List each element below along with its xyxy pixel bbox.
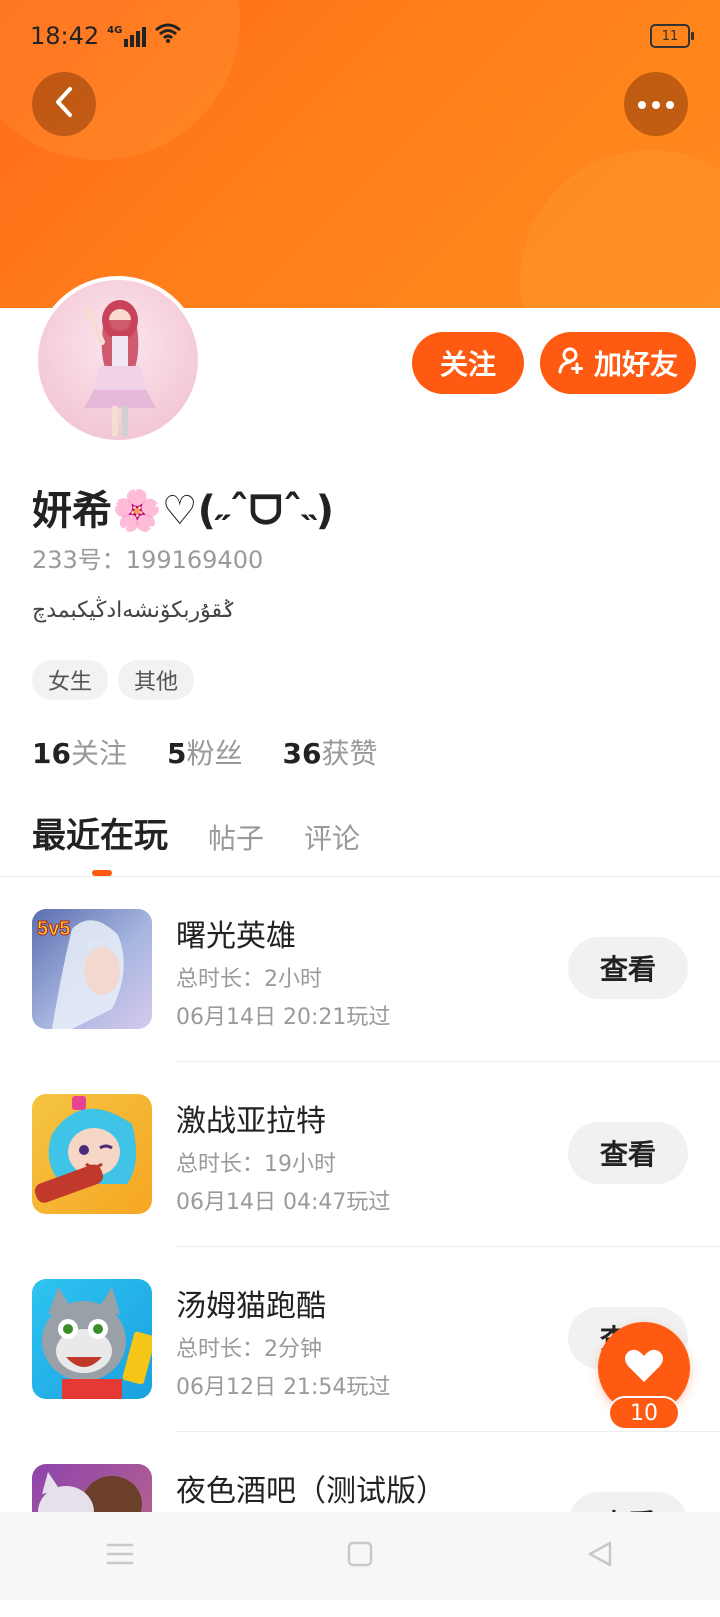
profile-bio: ݣقۇربكۆنشەادڭيكبمدچ <box>32 598 236 623</box>
game-icon <box>32 1279 152 1399</box>
game-icon: 5v5 <box>32 909 152 1029</box>
game-last-played: 06月14日 04:47玩过 <box>176 1190 391 1215</box>
stat-likes-label: 获赞 <box>321 737 378 770</box>
list-item[interactable]: 5v5 曙光英雄 总时长：2小时 06月14日 20:21玩过 查看 <box>0 877 720 1062</box>
add-friend-label: 加好友 <box>593 348 678 381</box>
signal-icon: 4G <box>107 25 147 47</box>
add-user-icon <box>558 346 586 381</box>
tag-other: 其他 <box>118 660 195 700</box>
menu-icon[interactable] <box>106 1542 134 1570</box>
profile-tags: 女生 其他 <box>32 660 195 700</box>
game-duration: 总时长：2小时 <box>176 967 322 992</box>
game-name: 汤姆猫跑酷 <box>176 1289 326 1324</box>
game-last-played: 06月14日 20:21玩过 <box>176 1005 391 1030</box>
back-triangle-icon[interactable] <box>586 1540 614 1572</box>
tab-posts[interactable]: 帖子 <box>208 817 264 857</box>
wifi-icon <box>154 22 182 50</box>
follow-button[interactable]: 关注 <box>412 332 524 394</box>
profile-stats: 16关注 5粉丝 36获赞 <box>32 732 377 772</box>
tab-comments[interactable]: 评论 <box>304 817 360 857</box>
game-duration: 总时长：19小时 <box>176 1152 336 1177</box>
banner-decoration <box>520 150 720 308</box>
add-friend-button[interactable]: 加好友 <box>540 332 696 394</box>
stat-fans-num: 5 <box>166 737 187 770</box>
like-count-badge: 10 <box>608 1396 680 1430</box>
status-bar: 18:42 4G <box>30 20 182 52</box>
heart-icon <box>624 1348 664 1388</box>
game-icon <box>32 1094 152 1214</box>
home-icon[interactable] <box>347 1541 373 1571</box>
game-duration: 总时长：2分钟 <box>176 1337 322 1362</box>
tag-gender: 女生 <box>32 660 109 700</box>
profile-name: 妍希🌸♡(˶ˆᗜˆ˵) <box>32 488 335 534</box>
profile-header-banner: 18:42 4G 11 <box>0 0 720 308</box>
battery-icon: 11 <box>650 24 694 48</box>
profile-tabs: 最近在玩 帖子 评论 <box>32 808 360 857</box>
stat-following-label: 关注 <box>70 737 127 770</box>
view-button[interactable]: 查看 <box>568 937 688 999</box>
stat-fans-label: 粉丝 <box>186 737 243 770</box>
status-time: 18:42 <box>30 22 100 50</box>
more-button[interactable] <box>624 72 688 136</box>
system-nav-bar <box>0 1512 720 1600</box>
view-button[interactable]: 查看 <box>568 1122 688 1184</box>
back-button[interactable] <box>32 72 96 136</box>
stat-following[interactable]: 16关注 <box>32 732 127 772</box>
stat-likes-num: 36 <box>282 737 322 770</box>
battery-level: 11 <box>661 28 679 44</box>
stat-fans[interactable]: 5粉丝 <box>167 732 243 772</box>
more-dots-icon <box>636 95 676 114</box>
avatar-image <box>38 280 198 440</box>
stat-likes[interactable]: 36获赞 <box>282 732 377 772</box>
chevron-left-icon <box>52 85 76 123</box>
game-name: 夜色酒吧（测试版） <box>176 1474 446 1509</box>
game-last-played: 06月12日 21:54玩过 <box>176 1375 391 1400</box>
svg-text:5v5: 5v5 <box>37 918 70 940</box>
stat-following-num: 16 <box>32 737 71 770</box>
game-name: 曙光英雄 <box>176 919 296 954</box>
list-item[interactable]: 激战亚拉特 总时长：19小时 06月14日 04:47玩过 查看 <box>0 1062 720 1247</box>
profile-id: 233号：199169400 <box>32 546 264 574</box>
avatar[interactable] <box>34 276 202 444</box>
follow-label: 关注 <box>439 348 496 381</box>
game-name: 激战亚拉特 <box>176 1104 326 1139</box>
tab-recent-games[interactable]: 最近在玩 <box>32 808 168 857</box>
